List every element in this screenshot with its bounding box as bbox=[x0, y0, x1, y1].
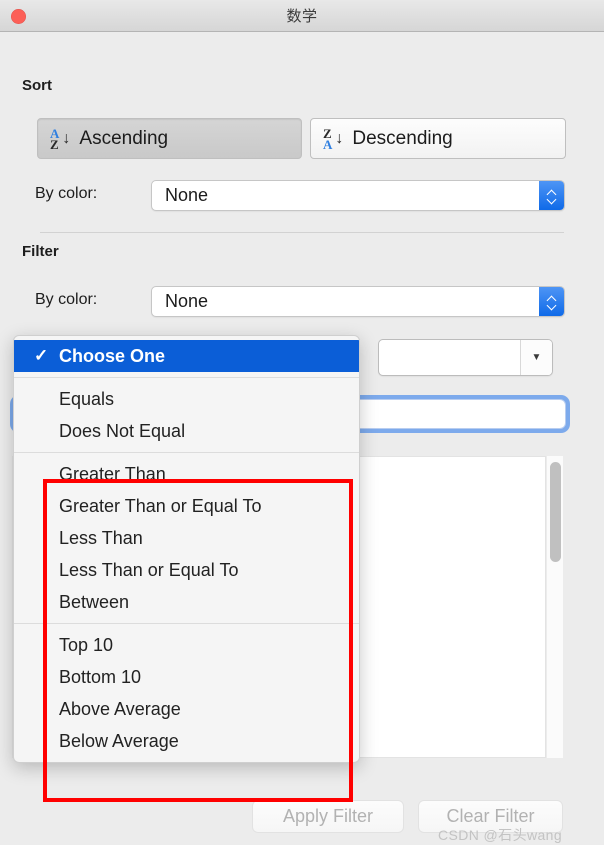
watermark-text: CSDN @石头wang bbox=[438, 827, 563, 843]
filter-section-heading: Filter bbox=[22, 243, 59, 260]
ascending-label: Ascending bbox=[79, 127, 169, 149]
z-to-a-icon: Z A ↓ bbox=[323, 127, 344, 152]
menu-item-label: Above Average bbox=[59, 698, 181, 719]
filter-by-color-select[interactable]: None bbox=[151, 286, 565, 317]
filter-value-combobox[interactable]: ▼ bbox=[378, 339, 553, 376]
menu-item-label: Between bbox=[59, 591, 130, 612]
menu-item-label: Does Not Equal bbox=[59, 420, 186, 441]
menu-item-bottom-10[interactable]: Bottom 10 bbox=[14, 661, 359, 693]
sort-by-color-label: By color: bbox=[35, 185, 98, 202]
za-icon-bottom-letter: A bbox=[323, 136, 333, 152]
menu-item-does-not-equal[interactable]: Does Not Equal bbox=[14, 415, 359, 447]
menu-item-choose-one[interactable]: ✓ Choose One bbox=[14, 340, 359, 372]
filter-value-input[interactable] bbox=[379, 340, 521, 375]
menu-item-top-10[interactable]: Top 10 bbox=[14, 629, 359, 661]
az-icon-bottom-letter: Z bbox=[50, 136, 59, 152]
sort-section-heading: Sort bbox=[22, 77, 52, 94]
a-to-z-icon: A Z ↓ bbox=[50, 127, 71, 152]
menu-separator bbox=[14, 452, 359, 453]
filter-condition-dropdown-menu[interactable]: ✓ Choose One Equals Does Not Equal Great… bbox=[13, 335, 360, 763]
chevron-down-icon[interactable]: ▼ bbox=[521, 340, 552, 375]
menu-item-less-than-or-equal-to[interactable]: Less Than or Equal To bbox=[14, 554, 359, 586]
menu-item-above-average[interactable]: Above Average bbox=[14, 693, 359, 725]
chevron-down-icon bbox=[547, 303, 556, 308]
menu-item-between[interactable]: Between bbox=[14, 586, 359, 618]
arrow-down-icon: ↓ bbox=[335, 129, 344, 147]
menu-separator bbox=[14, 377, 359, 378]
menu-item-greater-than-or-equal-to[interactable]: Greater Than or Equal To bbox=[14, 490, 359, 522]
menu-item-label: Bottom 10 bbox=[59, 666, 142, 687]
menu-item-less-than[interactable]: Less Than bbox=[14, 522, 359, 554]
menu-item-label: Less Than or Equal To bbox=[59, 559, 239, 580]
descending-label: Descending bbox=[352, 127, 453, 149]
close-icon[interactable] bbox=[11, 9, 26, 24]
menu-item-below-average[interactable]: Below Average bbox=[14, 725, 359, 757]
ascending-sort-button[interactable]: A Z ↓ Ascending bbox=[37, 118, 302, 159]
menu-separator bbox=[14, 623, 359, 624]
check-icon: ✓ bbox=[34, 346, 49, 365]
menu-item-label: Below Average bbox=[59, 730, 179, 751]
menu-item-greater-than[interactable]: Greater Than bbox=[14, 458, 359, 490]
menu-item-label: Greater Than bbox=[59, 463, 166, 484]
chevron-down-icon bbox=[547, 197, 556, 202]
sort-by-color-select[interactable]: None bbox=[151, 180, 565, 211]
menu-item-label: Top 10 bbox=[59, 634, 114, 655]
descending-sort-button[interactable]: Z A ↓ Descending bbox=[310, 118, 566, 159]
section-divider bbox=[40, 232, 564, 233]
menu-item-label: Equals bbox=[59, 388, 115, 409]
menu-item-equals[interactable]: Equals bbox=[14, 383, 359, 415]
window-content: Sort A Z ↓ Ascending Z A ↓ Descending By bbox=[0, 32, 604, 843]
listbox-scrollbar[interactable] bbox=[546, 456, 563, 758]
stepper-icon[interactable] bbox=[539, 181, 564, 210]
stepper-icon[interactable] bbox=[539, 287, 564, 316]
arrow-down-icon: ↓ bbox=[62, 129, 71, 147]
filter-by-color-value: None bbox=[165, 291, 209, 311]
filter-by-color-label: By color: bbox=[35, 291, 98, 308]
scrollbar-thumb[interactable] bbox=[550, 462, 561, 562]
window-titlebar: 数学 bbox=[0, 0, 604, 32]
menu-item-label: Choose One bbox=[59, 345, 166, 366]
menu-item-label: Greater Than or Equal To bbox=[59, 495, 262, 516]
sort-filter-window: 数学 Sort A Z ↓ Ascending Z A ↓ Descending… bbox=[0, 0, 604, 843]
window-title: 数学 bbox=[286, 8, 318, 25]
apply-filter-button[interactable]: Apply Filter bbox=[252, 800, 404, 833]
sort-by-color-value: None bbox=[165, 185, 209, 205]
menu-item-label: Less Than bbox=[59, 527, 143, 548]
